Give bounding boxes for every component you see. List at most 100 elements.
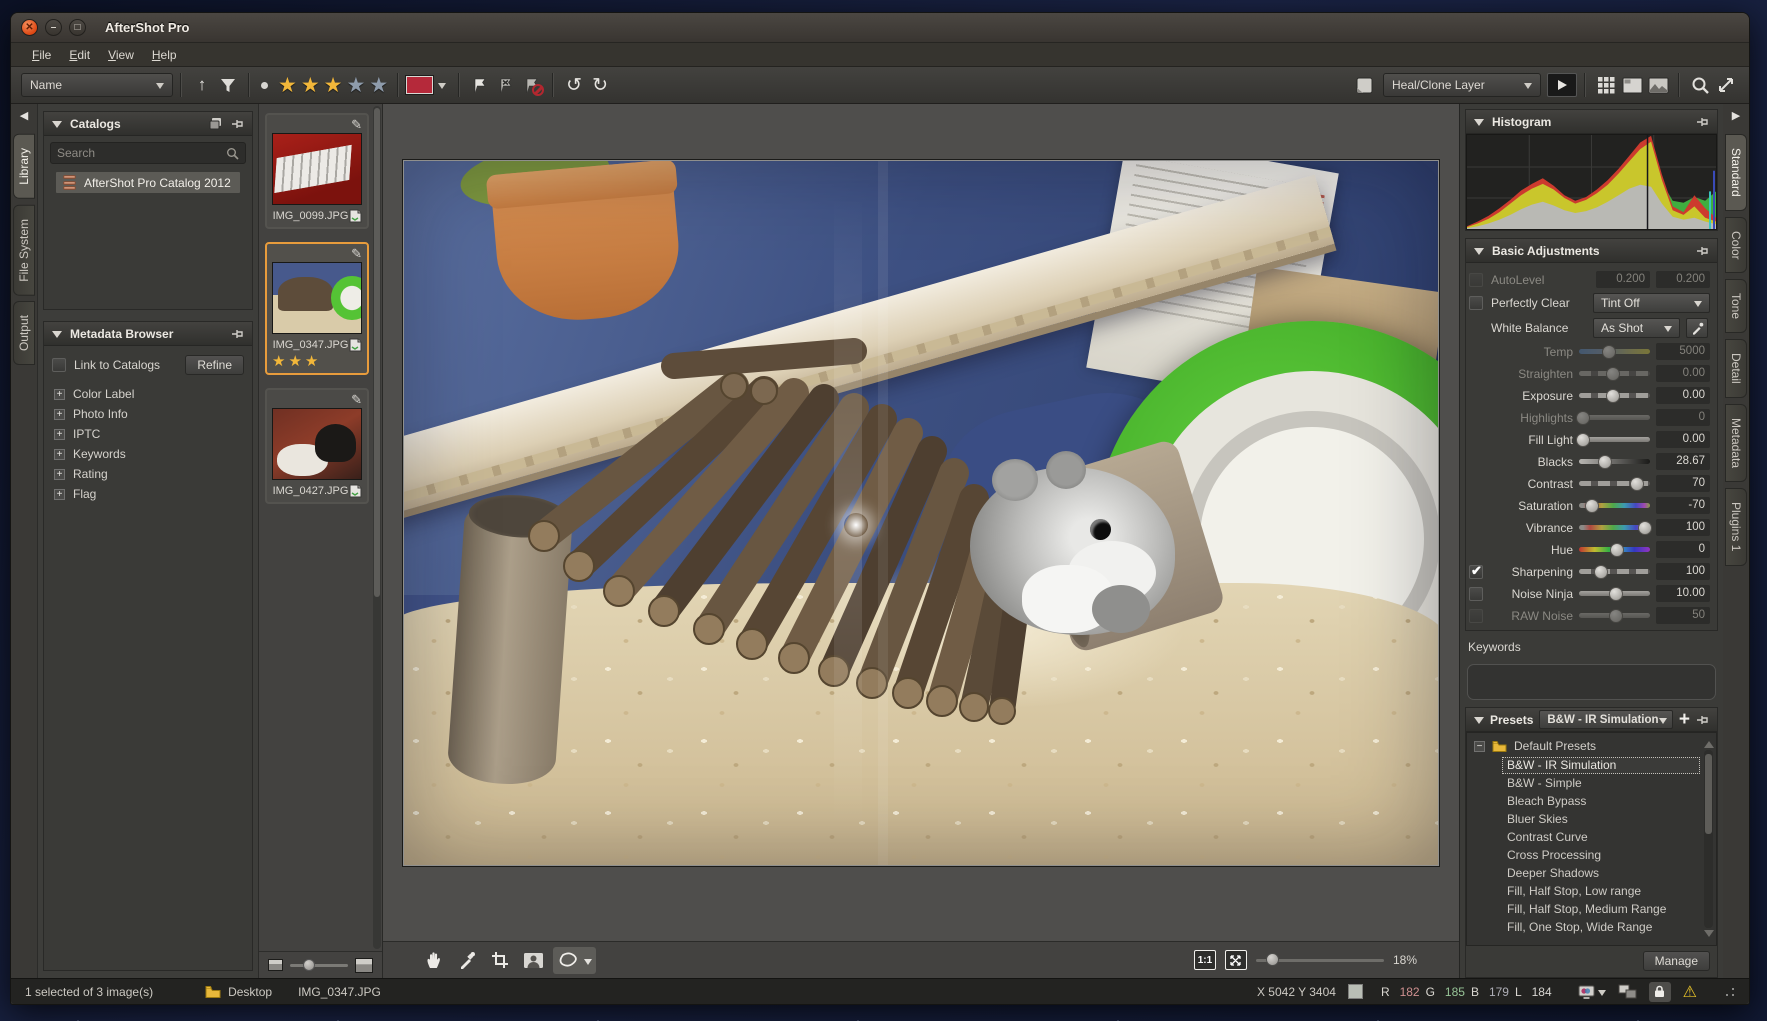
contrast-value[interactable]: 70 bbox=[1656, 475, 1710, 492]
metadata-tree-item-photo-info[interactable]: +Photo Info bbox=[54, 404, 242, 424]
menu-file[interactable]: File bbox=[23, 46, 60, 64]
menu-view[interactable]: View bbox=[99, 46, 143, 64]
hue-value[interactable]: 0 bbox=[1656, 541, 1710, 558]
tab-metadata[interactable]: Metadata bbox=[1725, 404, 1747, 482]
raw-noise-checkbox[interactable] bbox=[1469, 609, 1483, 623]
highlights-slider[interactable] bbox=[1579, 415, 1650, 420]
slider-thumb[interactable] bbox=[1638, 521, 1652, 535]
metadata-tree-item-color-label[interactable]: +Color Label bbox=[54, 384, 242, 404]
vibrance-value[interactable]: 100 bbox=[1656, 519, 1710, 536]
slider-thumb[interactable] bbox=[1576, 411, 1590, 425]
autolevel-value-1[interactable]: 0.200 bbox=[1596, 271, 1650, 288]
add-preset-button[interactable]: + bbox=[1679, 713, 1690, 727]
catalogs-header[interactable]: Catalogs bbox=[44, 112, 252, 136]
preset-item[interactable]: Cross Processing bbox=[1502, 847, 1700, 864]
presets-header[interactable]: Presets B&W - IR Simulation + bbox=[1466, 708, 1717, 732]
presets-scrollbar[interactable] bbox=[1703, 736, 1714, 942]
star-icon[interactable]: ★ bbox=[369, 73, 388, 98]
sharpening-slider[interactable] bbox=[1579, 569, 1650, 574]
thumbnail-size-slider[interactable] bbox=[290, 964, 348, 967]
tab-file-system[interactable]: File System bbox=[13, 205, 35, 296]
link-to-catalogs-checkbox[interactable] bbox=[52, 358, 66, 372]
slider-thumb[interactable] bbox=[1594, 565, 1608, 579]
manage-presets-button[interactable]: Manage bbox=[1643, 951, 1710, 971]
red-eye-tool-button[interactable] bbox=[520, 947, 546, 974]
temp-slider[interactable] bbox=[1579, 349, 1650, 354]
sharpening-value[interactable]: 100 bbox=[1656, 563, 1710, 580]
tab-color[interactable]: Color bbox=[1725, 217, 1747, 274]
resize-grip[interactable] bbox=[1725, 987, 1735, 997]
tab-output[interactable]: Output bbox=[13, 301, 35, 365]
perfectly-clear-select[interactable]: Tint Off bbox=[1593, 293, 1710, 313]
star-icon[interactable]: ★ bbox=[324, 73, 343, 98]
preset-item[interactable]: B&W - Simple bbox=[1502, 775, 1700, 792]
color-label-swatch[interactable] bbox=[406, 76, 433, 94]
zoom-1to1-button[interactable]: 1:1 bbox=[1194, 950, 1216, 970]
tab-library[interactable]: Library bbox=[13, 134, 35, 199]
slider-thumb[interactable] bbox=[1606, 367, 1620, 381]
preset-item[interactable]: Deeper Shadows bbox=[1502, 865, 1700, 882]
metadata-browser-header[interactable]: Metadata Browser bbox=[44, 322, 252, 346]
catalog-search[interactable] bbox=[50, 142, 246, 164]
search-input[interactable] bbox=[57, 146, 226, 160]
rating-clear-dot-button[interactable] bbox=[261, 82, 268, 89]
pin-icon[interactable] bbox=[1696, 714, 1709, 726]
thumbnail-IMG_0099.JPG[interactable]: ✎IMG_0099.JPG bbox=[265, 113, 369, 229]
pin-icon[interactable] bbox=[231, 118, 244, 130]
fullscreen-button[interactable] bbox=[1713, 72, 1739, 98]
slider-thumb[interactable] bbox=[1576, 433, 1590, 447]
layer-select[interactable]: Heal/Clone Layer bbox=[1383, 73, 1541, 97]
noise-ninja-slider[interactable] bbox=[1579, 591, 1650, 596]
slider-thumb[interactable] bbox=[1609, 587, 1623, 601]
saturation-value[interactable]: -70 bbox=[1656, 497, 1710, 514]
exposure-slider[interactable] bbox=[1579, 393, 1650, 398]
dual-image-icon[interactable] bbox=[1618, 984, 1637, 999]
flag-reject-button[interactable] bbox=[493, 72, 519, 98]
zoom-slider[interactable] bbox=[1256, 959, 1384, 962]
star-icon[interactable]: ★ bbox=[278, 73, 297, 98]
exposure-value[interactable]: 0.00 bbox=[1656, 387, 1710, 404]
autolevel-value-2[interactable]: 0.200 bbox=[1656, 271, 1710, 288]
color-picker-tool-button[interactable] bbox=[454, 947, 480, 974]
scroll-down-icon[interactable] bbox=[1704, 930, 1714, 942]
slider-thumb[interactable] bbox=[1609, 609, 1623, 623]
current-folder[interactable]: Desktop bbox=[228, 985, 272, 999]
preset-item[interactable]: B&W - IR Simulation bbox=[1502, 757, 1700, 774]
preset-item[interactable]: Fill, Half Stop, Low range bbox=[1502, 883, 1700, 900]
thumbnail-IMG_0427.JPG[interactable]: ✎IMG_0427.JPG bbox=[265, 388, 369, 504]
collapse-right-button[interactable]: ▶ bbox=[1732, 109, 1740, 122]
browse-view-button[interactable] bbox=[1619, 72, 1645, 98]
tab-plugins-1[interactable]: Plugins 1 bbox=[1725, 488, 1747, 565]
straighten-value[interactable]: 0.00 bbox=[1656, 365, 1710, 382]
fill-light-value[interactable]: 0.00 bbox=[1656, 431, 1710, 448]
pan-tool-button[interactable] bbox=[421, 947, 447, 974]
slider-thumb[interactable] bbox=[1610, 543, 1624, 557]
refine-button[interactable]: Refine bbox=[185, 355, 244, 375]
white-balance-select[interactable]: As Shot bbox=[1593, 318, 1680, 338]
minimize-button[interactable]: – bbox=[45, 19, 62, 36]
contrast-slider[interactable] bbox=[1579, 481, 1650, 486]
image-view-button[interactable] bbox=[1645, 72, 1671, 98]
sharpening-checkbox[interactable] bbox=[1469, 565, 1483, 579]
photo-viewer[interactable] bbox=[403, 160, 1439, 866]
expand-icon[interactable]: + bbox=[54, 469, 65, 480]
preset-item[interactable]: Fill, One Stop, Wide Range bbox=[1502, 919, 1700, 936]
magnifier-button[interactable] bbox=[1687, 72, 1713, 98]
perfectly-clear-checkbox[interactable] bbox=[1469, 296, 1483, 310]
presets-folder-label[interactable]: Default Presets bbox=[1514, 739, 1596, 753]
presets-select[interactable]: B&W - IR Simulation bbox=[1539, 710, 1673, 729]
scroll-up-icon[interactable] bbox=[1704, 736, 1714, 748]
raw-noise-slider[interactable] bbox=[1579, 613, 1650, 618]
expand-icon[interactable]: + bbox=[54, 409, 65, 420]
warning-icon[interactable]: ⚠ bbox=[1683, 982, 1697, 1002]
straighten-slider[interactable] bbox=[1579, 371, 1650, 376]
keywords-input[interactable] bbox=[1467, 664, 1716, 700]
menu-edit[interactable]: Edit bbox=[60, 46, 99, 64]
preset-item[interactable]: Bluer Skies bbox=[1502, 811, 1700, 828]
expand-icon[interactable]: + bbox=[54, 429, 65, 440]
rotate-left-button[interactable]: ↺ bbox=[561, 72, 587, 98]
temp-value[interactable]: 5000 bbox=[1656, 343, 1710, 360]
expand-icon[interactable]: + bbox=[54, 449, 65, 460]
filter-button[interactable] bbox=[215, 72, 241, 98]
white-balance-eyedropper-button[interactable] bbox=[1686, 318, 1708, 338]
